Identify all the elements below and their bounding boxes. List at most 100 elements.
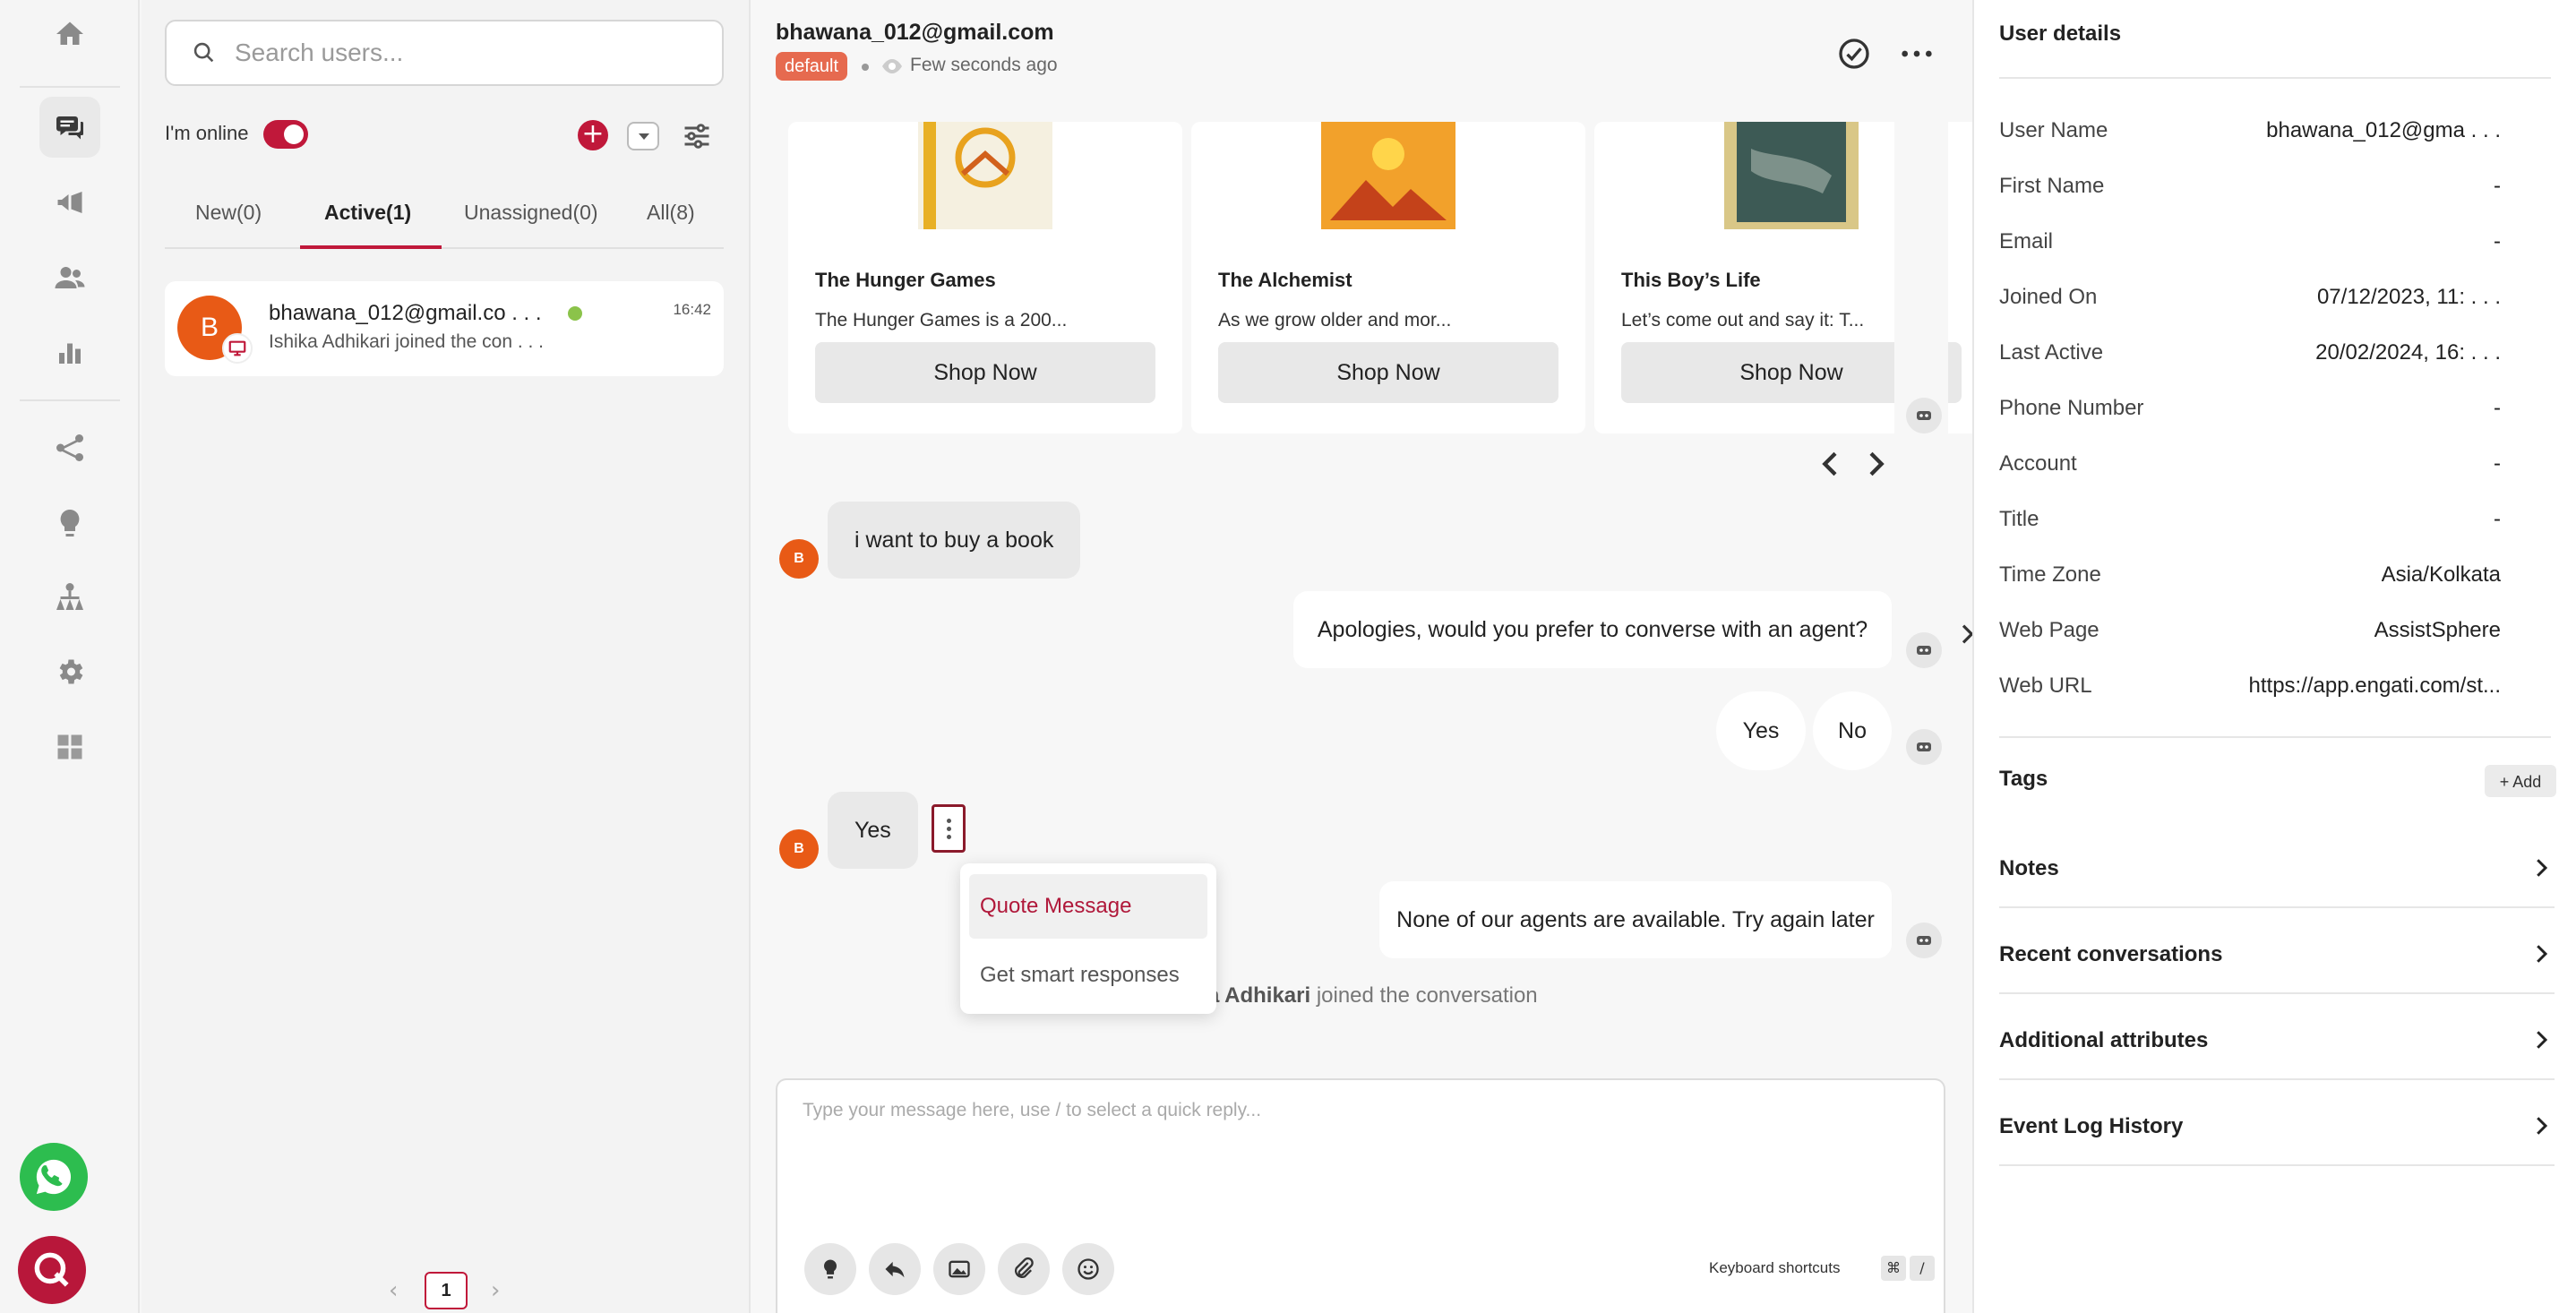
add-tag-button[interactable]: + Add [2485, 765, 2556, 797]
detail-label: Email [1999, 229, 2054, 253]
prev-page-button[interactable]: ‹ [389, 1277, 398, 1304]
section-recent-conversations[interactable]: Recent conversations [1999, 910, 2555, 994]
detail-label: Web URL [1999, 674, 2092, 698]
reply-icon[interactable] [869, 1243, 921, 1295]
detail-row: Last Active 20/02/2024, 16: . . . [1999, 340, 2501, 376]
bulb-icon[interactable] [39, 493, 100, 554]
conversation-preview: Ishika Adhikari joined the con . . . [269, 331, 545, 352]
bot-message: None of our agents are available. Try ag… [1379, 881, 1892, 958]
panel-title: User details [1999, 21, 2122, 46]
section-event-log-history[interactable]: Event Log History [1999, 1082, 2555, 1166]
detail-label: Last Active [1999, 340, 2104, 365]
chevron-right-icon [2537, 1031, 2548, 1049]
attachment-icon[interactable] [998, 1243, 1050, 1295]
tab-new[interactable]: New(0) [195, 201, 262, 225]
carousel-prev-icon[interactable] [1813, 444, 1849, 484]
shortcut-key: ⌘ [1881, 1256, 1906, 1281]
smart-responses-option[interactable]: Get smart responses [969, 946, 1207, 1005]
detail-row: Web Page AssistSphere [1999, 618, 2501, 654]
tab-all[interactable]: All(8) [647, 201, 695, 225]
product-card: The Hunger Games The Hunger Games is a 2… [788, 122, 1182, 433]
detail-label: User Name [1999, 118, 2108, 142]
conversation-list-panel: I'm online + New(0) Active(1) Unassigned… [142, 0, 751, 1313]
detail-row: Email - [1999, 229, 2501, 265]
detail-label: Joined On [1999, 285, 2098, 309]
detail-value: bhawana_012@gma . . . [2266, 118, 2501, 142]
bot-icon [1906, 632, 1942, 668]
product-description: As we grow older and mor... [1218, 310, 1452, 330]
user-message: Yes [828, 792, 918, 869]
org-chart-icon[interactable] [39, 566, 100, 627]
online-status-label: I'm online [165, 122, 249, 144]
detail-value: - [2494, 396, 2501, 420]
product-title: This Boy’s Life [1621, 269, 1761, 291]
chevron-right-icon [2537, 945, 2548, 963]
detail-value: https://app.engati.com/st... [2248, 674, 2501, 698]
image-icon[interactable] [933, 1243, 985, 1295]
users-icon[interactable] [39, 247, 100, 308]
quick-reply-no[interactable]: No [1813, 691, 1892, 770]
integrations-icon[interactable] [39, 717, 100, 777]
message-options-button[interactable] [932, 804, 966, 853]
system-note-name: a Adhikari [1207, 983, 1311, 1008]
chat-icon[interactable] [39, 97, 100, 158]
bot-icon [1906, 729, 1942, 765]
system-note-text: joined the conversation [1310, 983, 1538, 1008]
chat-area: bhawana_012@gmail.com default Few second… [752, 0, 1988, 1313]
message-input[interactable] [801, 1098, 1920, 1206]
product-title: The Alchemist [1218, 269, 1352, 291]
tab-unassigned[interactable]: Unassigned(0) [464, 201, 598, 225]
pagination: ‹ 1 › [142, 1270, 751, 1309]
detail-row: Account - [1999, 451, 2501, 487]
chevron-right-icon [2537, 1117, 2548, 1135]
online-toggle[interactable] [263, 120, 308, 149]
quote-message-option[interactable]: Quote Message [969, 874, 1207, 939]
section-notes[interactable]: Notes [1999, 824, 2555, 908]
more-options-icon[interactable] [1899, 36, 1935, 72]
detail-row: First Name - [1999, 174, 2501, 210]
detail-label: Account [1999, 451, 2077, 476]
section-title: Additional attributes [1999, 1028, 2209, 1052]
quick-reply-yes[interactable]: Yes [1716, 691, 1806, 770]
online-indicator [568, 306, 582, 321]
bot-icon [1906, 398, 1942, 433]
bot-icon [1906, 923, 1942, 958]
shop-now-button[interactable]: Shop Now [815, 342, 1155, 403]
bot-badge: default [776, 52, 848, 81]
search-input[interactable] [233, 38, 717, 68]
section-title: Notes [1999, 856, 2059, 880]
tab-active[interactable]: Active(1) [324, 201, 411, 225]
bot-message: Apologies, would you prefer to converse … [1293, 591, 1892, 668]
section-additional-attributes[interactable]: Additional attributes [1999, 996, 2555, 1080]
detail-row: Title - [1999, 507, 2501, 543]
keyboard-shortcuts-label[interactable]: Keyboard shortcuts [1709, 1259, 1840, 1277]
shop-now-button[interactable]: Shop Now [1218, 342, 1558, 403]
detail-label: Phone Number [1999, 396, 2144, 420]
chevron-right-icon [2537, 859, 2548, 877]
active-tab-indicator [300, 245, 442, 249]
shortcut-key: / [1910, 1256, 1935, 1281]
filter-icon[interactable] [681, 120, 713, 152]
settings-icon[interactable] [39, 641, 100, 702]
detail-row: Phone Number - [1999, 396, 2501, 432]
whatsapp-icon[interactable] [20, 1143, 88, 1211]
resolve-check-icon[interactable] [1836, 36, 1872, 72]
conversation-name: bhawana_012@gmail.co . . . [269, 301, 542, 325]
flow-icon[interactable] [39, 417, 100, 478]
emoji-icon[interactable] [1062, 1243, 1114, 1295]
next-page-button[interactable]: › [491, 1277, 500, 1304]
conversation-item[interactable]: B bhawana_012@gmail.co . . . 16:42 Ishik… [165, 281, 724, 376]
user-details-panel: User details User Name bhawana_012@gma . … [1972, 0, 2576, 1313]
analytics-icon[interactable] [39, 322, 100, 383]
detail-label: Title [1999, 507, 2039, 531]
add-dropdown-button[interactable] [627, 122, 659, 150]
carousel-next-icon[interactable] [1858, 444, 1893, 484]
product-description: Let’s come out and say it: T... [1621, 310, 1865, 330]
current-page[interactable]: 1 [425, 1272, 468, 1309]
detail-label: First Name [1999, 174, 2105, 198]
home-icon[interactable] [39, 4, 100, 64]
bulb-icon[interactable] [804, 1243, 856, 1295]
megaphone-icon[interactable] [39, 172, 100, 233]
rail-divider [20, 86, 120, 88]
add-conversation-button[interactable]: + [578, 120, 608, 150]
